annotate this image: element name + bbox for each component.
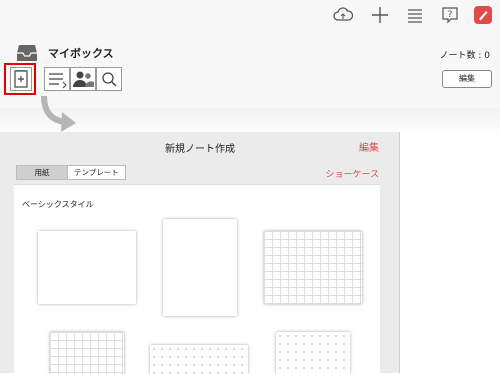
users-icon xyxy=(73,71,94,87)
segmented-control: 用紙 テンプレート xyxy=(16,165,126,180)
curved-arrow-icon xyxy=(41,95,76,132)
sort-icon xyxy=(49,73,67,89)
cloud-sync-icon[interactable] xyxy=(333,5,353,25)
list-icon[interactable] xyxy=(405,5,425,25)
panel-title: 新規ノート作成 xyxy=(165,144,235,155)
paper-grid-portrait[interactable] xyxy=(50,332,124,374)
pen-app-icon[interactable] xyxy=(473,5,493,25)
top-toolbar: ? xyxy=(0,0,500,30)
paper-dots-portrait[interactable] xyxy=(276,332,350,374)
highlight-box xyxy=(4,63,36,95)
tab-paper[interactable]: 用紙 xyxy=(17,166,67,179)
help-icon[interactable]: ? xyxy=(440,5,460,25)
paper-plain-portrait[interactable] xyxy=(163,219,237,316)
new-note-panel: 新規ノート作成 編集 用紙 テンプレート ショーケース ベーシックスタイル xyxy=(0,132,400,374)
paper-dots-landscape[interactable] xyxy=(150,345,248,374)
paper-list: ベーシックスタイル xyxy=(14,184,380,374)
plus-icon[interactable] xyxy=(370,5,390,25)
sort-button[interactable] xyxy=(44,67,70,91)
inbox-icon xyxy=(16,44,38,62)
paper-grid-landscape[interactable] xyxy=(264,231,362,304)
note-count: ノート数 : 0 xyxy=(439,51,490,61)
paper-plain-landscape[interactable] xyxy=(38,231,136,304)
mybox-title: マイボックス xyxy=(48,47,114,60)
showcase-link[interactable]: ショーケース xyxy=(325,167,379,180)
search-icon xyxy=(102,72,117,87)
edit-button[interactable]: 編集 xyxy=(442,70,492,88)
section-title: ベーシックスタイル xyxy=(22,200,94,209)
search-button[interactable] xyxy=(96,67,122,91)
svg-text:?: ? xyxy=(448,10,453,20)
tab-template[interactable]: テンプレート xyxy=(67,166,125,179)
panel-edit-link[interactable]: 編集 xyxy=(359,139,379,154)
users-button[interactable] xyxy=(70,67,96,91)
